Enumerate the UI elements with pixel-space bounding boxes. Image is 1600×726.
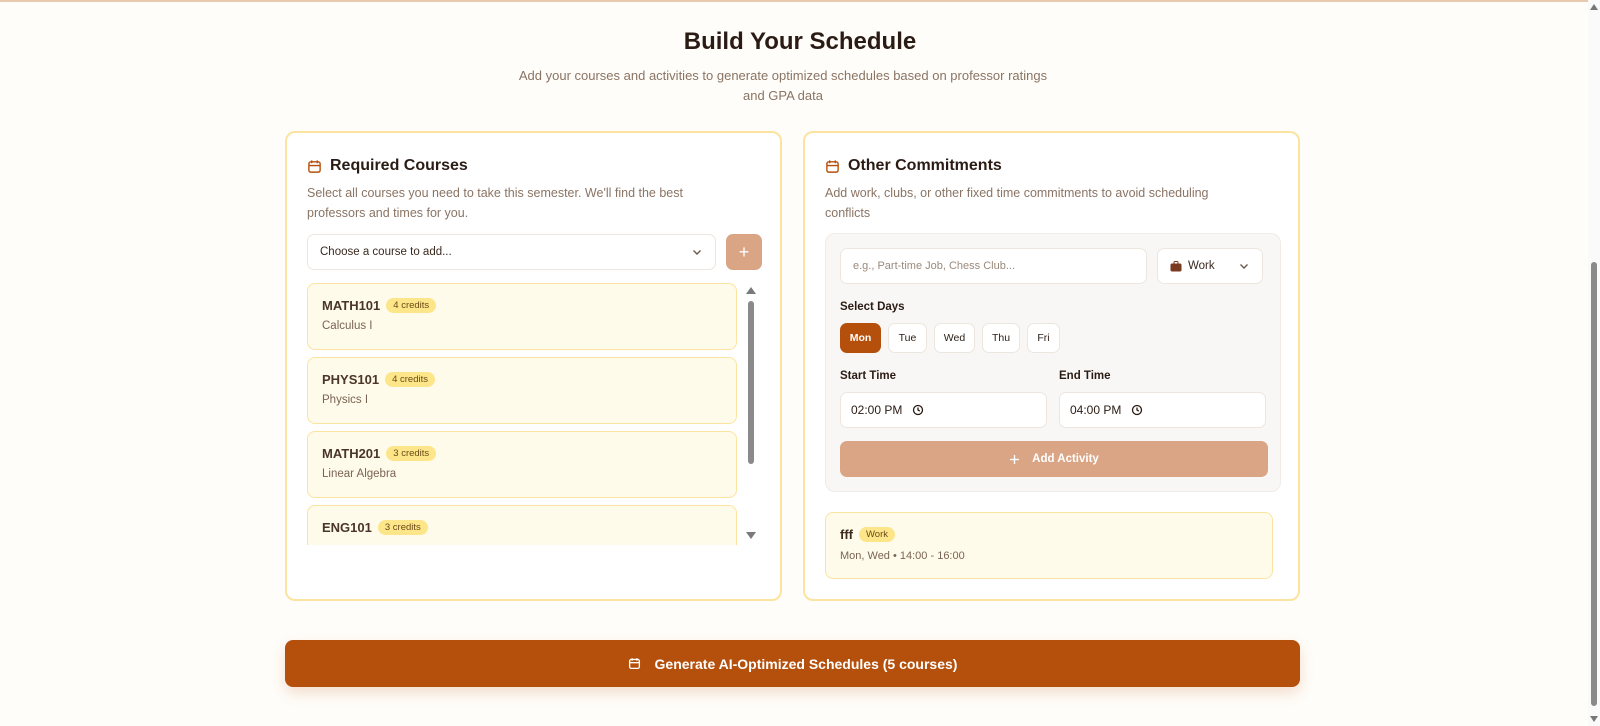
scroll-down-arrow-icon[interactable]	[746, 532, 756, 539]
day-button-wed[interactable]: Wed	[934, 323, 975, 353]
other-commitments-header: Other Commitments	[825, 157, 1002, 175]
activity-type-badge: Work	[859, 527, 895, 542]
activity-item: fff Work Mon, Wed • 14:00 - 16:00	[825, 512, 1273, 579]
course-item: MATH101 4 credits Calculus I	[307, 283, 737, 350]
calendar-icon	[628, 657, 641, 670]
start-time-input[interactable]: 02:00 PM	[840, 392, 1047, 428]
page-scroll-up-icon[interactable]	[1590, 4, 1598, 10]
activity-type-select[interactable]: Work	[1157, 248, 1263, 284]
course-select[interactable]: Choose a course to add...	[307, 234, 716, 270]
course-item: PHYS101 4 credits Physics I	[307, 357, 737, 424]
scroll-up-arrow-icon[interactable]	[746, 287, 756, 294]
day-selector: Mon Tue Wed Thu Fri	[840, 323, 1060, 353]
page-subtitle: Add your courses and activities to gener…	[518, 68, 1048, 103]
day-button-thu[interactable]: Thu	[982, 323, 1020, 353]
generate-schedules-label: Generate AI-Optimized Schedules (5 cours…	[654, 655, 958, 672]
credits-badge: 4 credits	[385, 372, 435, 387]
briefcase-icon	[1170, 260, 1182, 272]
course-name: Linear Algebra	[322, 468, 397, 480]
course-code: PHYS101	[322, 372, 380, 387]
select-days-label: Select Days	[840, 301, 905, 313]
calendar-icon	[307, 159, 322, 174]
credits-badge: 4 credits	[386, 298, 437, 313]
course-list: MATH101 4 credits Calculus I PHYS101 4 c…	[307, 283, 765, 545]
activity-name-input[interactable]: e.g., Part-time Job, Chess Club...	[840, 248, 1147, 284]
chevron-down-icon	[1238, 260, 1250, 272]
plus-icon	[1009, 454, 1020, 465]
end-time-label: End Time	[1059, 370, 1111, 382]
course-code: MATH101	[322, 298, 381, 313]
course-name: Physics I	[322, 394, 369, 406]
course-list-scrollbar[interactable]	[745, 285, 757, 543]
required-courses-header: Required Courses	[307, 157, 468, 175]
page-title: Build Your Schedule	[683, 28, 917, 55]
end-time-input[interactable]: 04:00 PM	[1059, 392, 1266, 428]
activity-name: fff	[840, 527, 853, 542]
add-activity-button[interactable]: Add Activity	[840, 441, 1268, 477]
day-button-fri[interactable]: Fri	[1027, 323, 1060, 353]
clock-icon[interactable]	[1131, 404, 1143, 416]
day-button-tue[interactable]: Tue	[888, 323, 927, 353]
add-activity-label: Add Activity	[1032, 453, 1099, 465]
start-time-label: Start Time	[840, 370, 897, 382]
start-time-value: 02:00 PM	[851, 403, 903, 417]
course-item: MATH201 3 credits Linear Algebra	[307, 431, 737, 498]
course-code: ENG101	[322, 520, 372, 535]
calendar-icon	[825, 159, 840, 174]
page-scrollbar[interactable]	[1588, 0, 1600, 726]
activity-type-value: Work	[1188, 260, 1215, 272]
required-courses-card: Required Courses Select all courses you …	[285, 131, 782, 601]
course-item: ENG101 3 credits	[307, 505, 737, 545]
required-courses-title: Required Courses	[330, 157, 468, 174]
add-commitment-form: e.g., Part-time Job, Chess Club... Work …	[825, 233, 1281, 492]
chevron-down-icon	[691, 246, 703, 258]
scroll-thumb[interactable]	[748, 301, 754, 464]
activity-schedule: Mon, Wed • 14:00 - 16:00	[840, 550, 965, 562]
day-button-mon[interactable]: Mon	[840, 323, 881, 353]
course-select-placeholder: Choose a course to add...	[320, 246, 452, 258]
credits-badge: 3 credits	[386, 446, 437, 461]
page-scroll-thumb[interactable]	[1591, 262, 1597, 706]
course-code: MATH201	[322, 446, 381, 461]
required-courses-description: Select all courses you need to take this…	[307, 186, 683, 220]
course-name: Calculus I	[322, 320, 373, 332]
generate-schedules-button[interactable]: Generate AI-Optimized Schedules (5 cours…	[285, 640, 1300, 687]
end-time-value: 04:00 PM	[1070, 403, 1122, 417]
credits-badge: 3 credits	[377, 520, 428, 535]
other-commitments-card: Other Commitments Add work, clubs, or ot…	[803, 131, 1300, 601]
add-course-button[interactable]: +	[726, 234, 762, 270]
clock-icon[interactable]	[912, 404, 924, 416]
top-border	[0, 0, 1600, 2]
other-commitments-description: Add work, clubs, or other fixed time com…	[825, 186, 1209, 220]
other-commitments-title: Other Commitments	[848, 157, 1002, 174]
page-scroll-down-icon[interactable]	[1590, 716, 1598, 722]
